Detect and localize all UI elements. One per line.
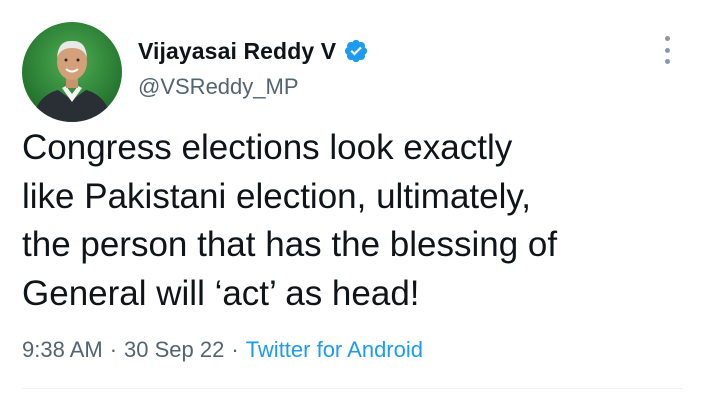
avatar-image xyxy=(22,22,122,122)
meta-separator: · xyxy=(109,337,118,362)
author-display-name[interactable]: Vijayasai Reddy V xyxy=(138,38,336,65)
tweet-text: Congress elections look exactly like Pak… xyxy=(22,128,558,313)
verified-badge-icon xyxy=(343,38,369,64)
tweet-source-link[interactable]: Twitter for Android xyxy=(246,337,423,363)
author-name-row[interactable]: Vijayasai Reddy V xyxy=(138,33,369,69)
author-handle[interactable]: @VSReddy_MP xyxy=(138,74,299,100)
tweet-card: Vijayasai Reddy V @VSReddy_MP Congress e… xyxy=(0,0,705,397)
tweet-date[interactable]: 30 Sep 22 xyxy=(124,337,224,363)
more-options-icon[interactable] xyxy=(657,36,677,64)
meta-separator: · xyxy=(231,337,239,362)
tweet-time[interactable]: 9:38 AM xyxy=(22,337,103,363)
divider xyxy=(22,388,683,389)
avatar[interactable] xyxy=(22,22,122,122)
tweet-meta: 9:38 AM · 30 Sep 22 · Twitter for Androi… xyxy=(22,337,423,363)
